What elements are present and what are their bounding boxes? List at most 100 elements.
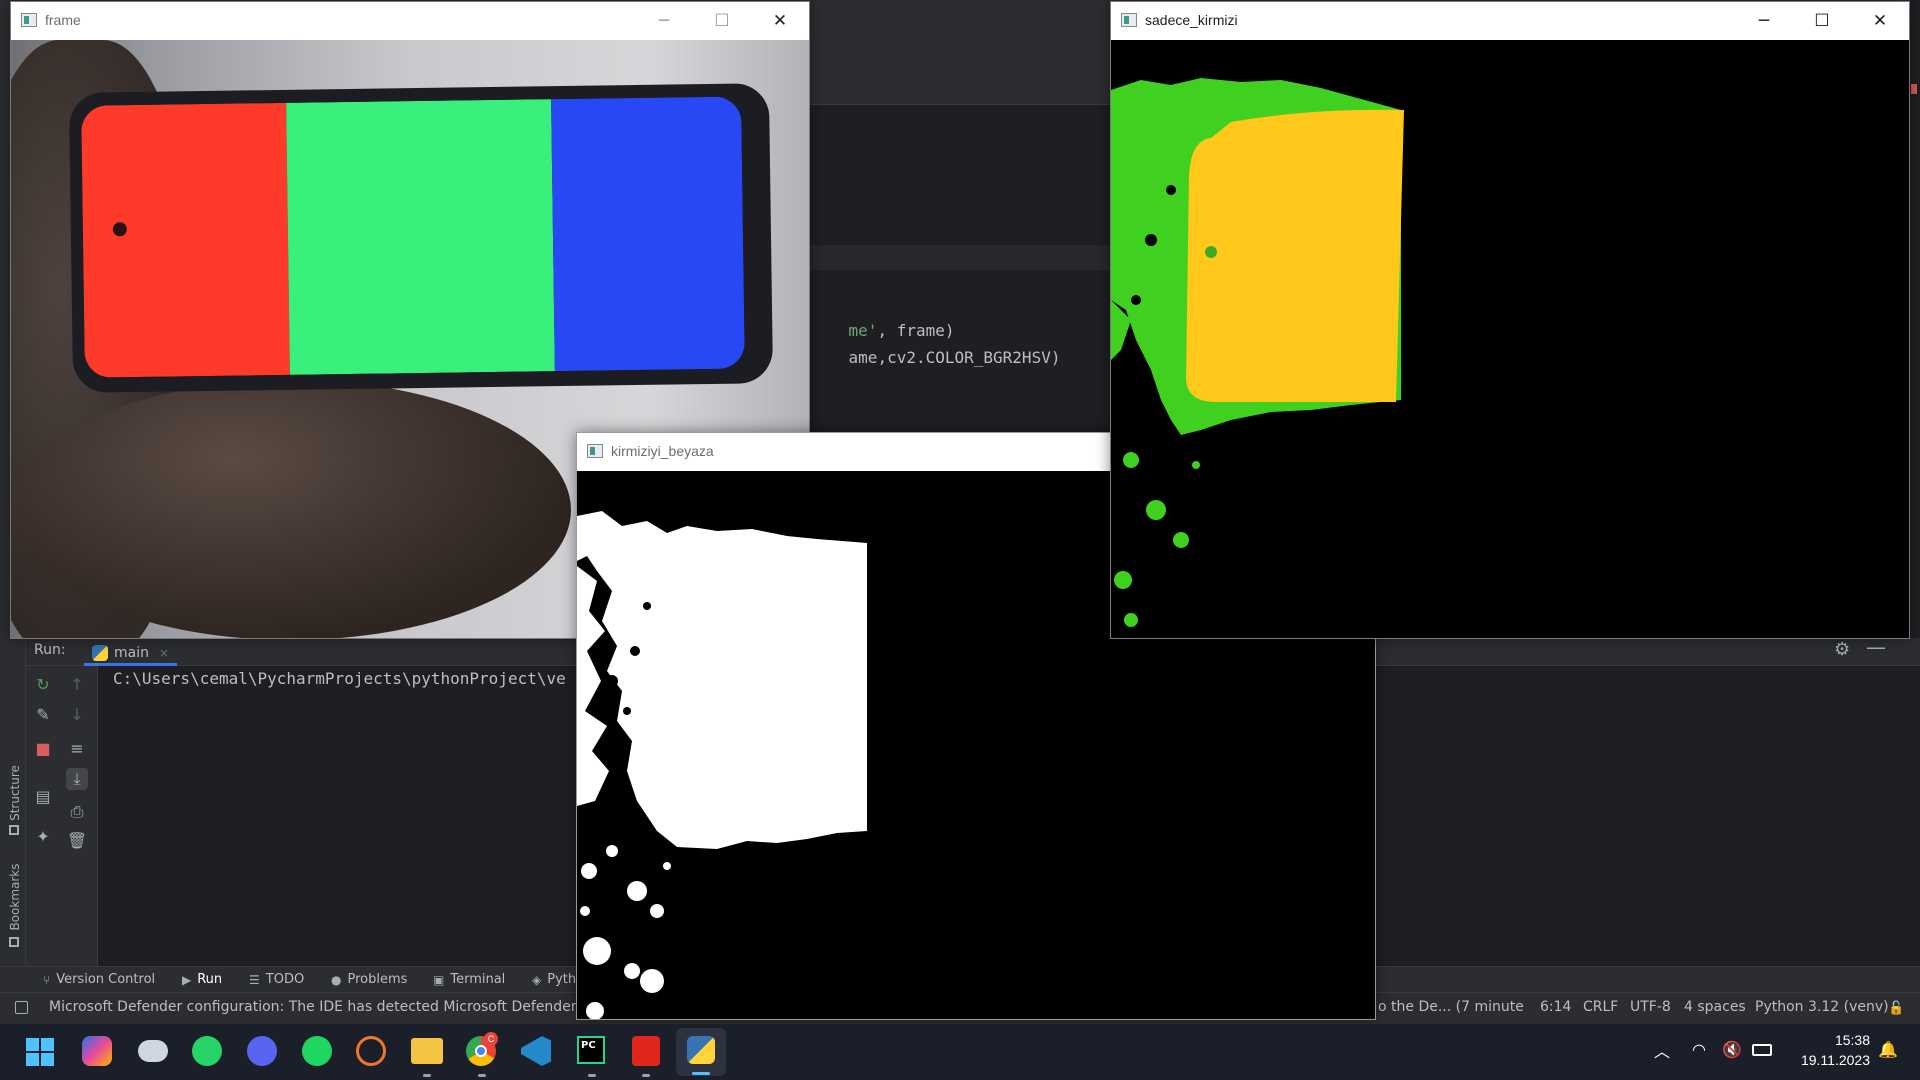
rerun-icon[interactable]: ↻ [32, 674, 54, 696]
bookmark-icon[interactable] [9, 937, 19, 947]
acrobat-icon[interactable] [632, 1036, 660, 1066]
filtered-hsv-image [1111, 40, 1909, 638]
window-titlebar[interactable]: sadece_kirmizi ─ ☐ ✕ [1111, 2, 1909, 40]
branch-icon: ⑂ [43, 972, 51, 987]
status-message[interactable]: Microsoft Defender configuration: The ID… [49, 999, 602, 1015]
print-icon[interactable]: ⎙ [66, 801, 88, 823]
file-encoding[interactable]: UTF-8 [1630, 999, 1671, 1015]
scroll-to-end-icon[interactable]: ⤓ [66, 768, 88, 790]
file-explorer-icon[interactable] [411, 1038, 443, 1064]
running-indicator [478, 1074, 486, 1077]
phone [68, 83, 774, 393]
close-button[interactable]: ✕ [1851, 2, 1909, 40]
clock-date[interactable]: 19.11.2023 [1770, 1052, 1870, 1068]
tab-python-packages[interactable]: ◈ Pyth [532, 972, 576, 987]
arrow-down-icon[interactable]: ↓ [66, 704, 88, 726]
editor-breadcrumb-bar [760, 245, 1120, 270]
lock-icon[interactable]: 🔓 [1888, 1001, 1904, 1016]
camera-hole [112, 222, 127, 237]
running-indicator [423, 1074, 431, 1077]
opencv-window-icon [587, 444, 603, 458]
bookmarks-tab[interactable]: Bookmarks [8, 852, 22, 942]
window-titlebar[interactable]: frame ─ ☐ ✕ [11, 2, 809, 40]
weather-icon[interactable] [138, 1040, 168, 1062]
code-line-cvtcolor[interactable]: ame,cv2.COLOR_BGR2HSV) [810, 329, 1061, 386]
line-separator[interactable]: CRLF [1583, 999, 1618, 1015]
error-marker[interactable] [1911, 84, 1917, 94]
soft-wrap-icon[interactable]: ≡ [66, 738, 88, 760]
volume-muted-icon[interactable]: 🔇 [1722, 1040, 1742, 1059]
python-interpreter[interactable]: Python 3.12 (venv) [1755, 999, 1889, 1015]
tab-run[interactable]: ▶ Run [182, 972, 222, 987]
pin-icon[interactable]: ✦ [32, 826, 54, 848]
chrome-profile-badge: C [484, 1032, 498, 1046]
minimize-button[interactable]: ─ [635, 2, 693, 40]
taskbar: C PC ︿ ◠ 🔇 15:38 19.11.2023 🔔 [0, 1024, 1920, 1080]
chevron-up-icon[interactable]: ︿ [1654, 1038, 1670, 1062]
window-title: sadece_kirmizi [1145, 12, 1238, 28]
tab-todo[interactable]: ☰ TODO [249, 972, 304, 987]
opencv-window-icon [21, 13, 37, 27]
editor-tab-bar [760, 70, 1120, 105]
gear-icon[interactable]: ⚙ [1834, 639, 1850, 660]
notification-bell-icon[interactable]: 🔔 [1878, 1040, 1898, 1059]
hand-lower [11, 380, 571, 638]
whatsapp-icon[interactable] [192, 1036, 222, 1066]
stop-icon[interactable]: ■ [32, 738, 54, 760]
run-icon: ▶ [182, 972, 192, 987]
vscode-icon[interactable] [521, 1036, 551, 1066]
close-button[interactable]: ✕ [751, 2, 809, 40]
pycharm-icon[interactable]: PC [577, 1036, 605, 1064]
tab-version-control[interactable]: ⑂ Version Control [43, 972, 155, 987]
filtered-shape [1111, 78, 1404, 627]
window-title: kirmiziyi_beyaza [611, 443, 714, 459]
minimize-button[interactable]: ─ [1735, 2, 1793, 40]
status-message-tail[interactable]: o the De... (7 minute [1378, 999, 1524, 1015]
active-indicator [692, 1072, 710, 1075]
running-indicator [588, 1074, 596, 1077]
jupyter-icon[interactable] [356, 1036, 386, 1066]
phone-screen [81, 96, 745, 378]
run-panel-label: Run: [34, 642, 66, 658]
trash-icon[interactable]: 🗑 [66, 830, 88, 852]
window-sadece-kirmizi: sadece_kirmizi ─ ☐ ✕ [1110, 1, 1910, 639]
structure-icon[interactable] [9, 825, 19, 835]
left-tool-strip: Structure Bookmarks [0, 640, 26, 965]
blue-stripe [551, 96, 745, 372]
toggle-panels-icon[interactable] [15, 1001, 28, 1014]
console-output-line: C:\Users\cemal\PycharmProjects\pythonPro… [113, 669, 566, 688]
window-title: frame [45, 12, 81, 28]
caret-position[interactable]: 6:14 [1540, 999, 1571, 1015]
arrow-up-icon[interactable]: ↑ [66, 674, 88, 696]
start-icon[interactable] [26, 1038, 54, 1066]
python-file-icon [92, 644, 108, 661]
python-app-active[interactable] [676, 1028, 726, 1076]
tab-terminal[interactable]: ▣ Terminal [433, 972, 505, 987]
terminal-icon: ▣ [433, 972, 445, 987]
layout-icon[interactable]: ▤ [32, 786, 54, 808]
red-stripe [81, 102, 290, 378]
maximize-button[interactable]: ☐ [1793, 2, 1851, 40]
chrome-icon[interactable]: C [466, 1032, 498, 1066]
clock-time[interactable]: 15:38 [1790, 1032, 1870, 1048]
opencv-window-icon [1121, 13, 1137, 27]
green-stripe [286, 99, 555, 375]
run-tab-main[interactable]: main × [84, 638, 178, 666]
indent-setting[interactable]: 4 spaces [1684, 999, 1746, 1015]
run-toolbar: ↻ ↑ ✎ ↓ ■ ≡ ⤓ ▤ ⎙ ✦ 🗑 [28, 666, 98, 966]
discord-icon[interactable] [247, 1036, 277, 1066]
python-packages-icon: ◈ [532, 972, 542, 987]
maximize-button[interactable]: ☐ [693, 2, 751, 40]
todo-icon: ☰ [249, 972, 260, 987]
wrench-icon[interactable]: ✎ [32, 704, 54, 726]
copilot-pre-icon[interactable] [82, 1036, 112, 1066]
run-tab-label: main [114, 644, 149, 661]
python-icon [687, 1036, 715, 1064]
tab-problems[interactable]: ● Problems [331, 972, 407, 987]
battery-icon[interactable] [1752, 1044, 1772, 1056]
spotify-icon[interactable] [302, 1036, 332, 1066]
wifi-icon[interactable]: ◠ [1692, 1040, 1706, 1059]
close-icon[interactable]: × [159, 646, 169, 660]
running-indicator [642, 1074, 650, 1077]
problems-icon: ● [331, 972, 342, 987]
